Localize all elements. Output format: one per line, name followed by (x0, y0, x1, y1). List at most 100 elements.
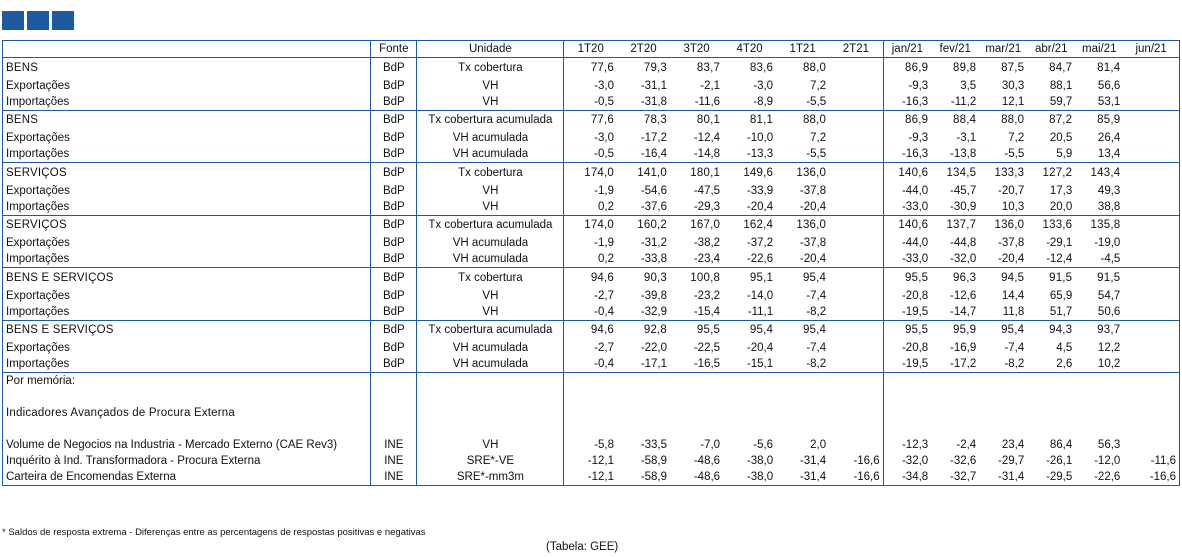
quarter-value: -33,8 (640, 253, 668, 265)
month-value: 127,2 (1027, 162, 1076, 183)
month-value (883, 405, 931, 421)
quarter-value: -3,0 (753, 79, 774, 92)
table-row: Importações BdP VH 0,2 -37,6 -29,3 -20,4 -20,4 -… (1, 198, 1181, 215)
month-value: 95,5 (883, 267, 932, 288)
table-row: Exportações BdP VH acumulada -2,7 -22,0 -22,5… (1, 340, 1181, 356)
gee-logo (2, 11, 74, 30)
quarter-value: -8,2 (806, 358, 827, 370)
month-value (1123, 389, 1181, 405)
row-label: Exportações (1, 130, 372, 146)
row-unidade: VH (416, 287, 565, 304)
quarter-value (617, 405, 670, 421)
month-value: 95,9 (931, 319, 980, 340)
quarter-value (723, 405, 776, 421)
quarter-value (617, 372, 671, 389)
quarter-value: -0,4 (594, 305, 614, 318)
quarter-value: 2,0 (810, 439, 827, 451)
month-value (1075, 389, 1123, 405)
row-fonte (370, 389, 418, 405)
quarter-value (776, 421, 829, 437)
month-value: 86,4 (1049, 439, 1073, 451)
quarter-value: -23,4 (693, 253, 721, 265)
month-value: 85,9 (1075, 109, 1124, 130)
quarter-value (670, 405, 723, 421)
month-value: -34,8 (883, 469, 932, 486)
row-unidade: VH (416, 303, 565, 320)
month-value (1123, 356, 1181, 373)
quarter-value: 162,4 (723, 214, 777, 235)
quarter-value: -0,5 (594, 95, 614, 108)
quarter-value: 141,0 (617, 162, 671, 183)
quarter-value: -8,9 (753, 95, 774, 108)
table-row: Importações BdP VH -0,4 -32,9 -15,4 -11,1 -8,2 -… (1, 303, 1181, 320)
row-fonte (370, 372, 418, 389)
month-value (1123, 146, 1181, 163)
quarter-value (829, 251, 884, 268)
quarter-value: 77,6 (563, 109, 617, 130)
quarter-value: 0,2 (598, 253, 614, 265)
month-value: 56,3 (1097, 439, 1121, 451)
month-value: -9,3 (908, 79, 929, 92)
month-value: 59,7 (1049, 95, 1073, 108)
month-value: 133,3 (979, 162, 1028, 183)
month-value: 86,9 (883, 57, 932, 78)
row-unidade (416, 405, 565, 421)
quarter-value (776, 372, 830, 389)
quarter-value (723, 421, 776, 437)
footnote: * Saldos de resposta extrema - Diferença… (2, 527, 426, 538)
row-fonte: BdP (370, 303, 418, 320)
month-value: 143,4 (1075, 162, 1124, 183)
quarter-value: 88,0 (776, 109, 830, 130)
month-value: -17,2 (950, 358, 977, 370)
month-value: -26,1 (1046, 455, 1073, 467)
month-value: 140,6 (883, 214, 932, 235)
table-row (1, 421, 1181, 437)
month-value: 23,4 (1001, 439, 1025, 451)
month-value: 14,4 (1001, 289, 1025, 302)
quarter-value: -38,0 (723, 469, 777, 486)
row-unidade: VH acumulada (416, 130, 565, 146)
header-row: Fonte Unidade 1T20 2T20 3T20 4T20 1T21 2… (1, 40, 1181, 58)
section-label: SERVIÇOS (1, 214, 372, 235)
quarter-value: -7,0 (700, 439, 721, 451)
quarter-value: -29,3 (693, 200, 721, 213)
table-row: Por memória: (1, 372, 1181, 389)
quarter-value: -5,8 (594, 439, 614, 451)
row-unidade: SRE*-VE (416, 453, 565, 469)
row-label: Exportações (1, 235, 372, 251)
row-label: Volume de Negocios na Industria - Mercad… (1, 437, 372, 453)
table-row (1, 389, 1181, 405)
month-value: 136,0 (979, 214, 1028, 235)
row-label: Importações (1, 146, 372, 163)
month-value: 88,0 (979, 109, 1028, 130)
header-quarter: 1T20 (563, 40, 617, 58)
month-value: -9,3 (908, 132, 929, 144)
quarter-value (829, 214, 884, 235)
quarter-value: -10,0 (746, 132, 774, 144)
quarter-value: -14,8 (693, 148, 721, 160)
table-row: Carteira de Encomendas Externa INE SRE*-mm… (1, 469, 1181, 486)
row-fonte: BdP (370, 162, 418, 183)
quarter-value: -0,4 (594, 358, 614, 370)
month-value: 91,5 (1027, 267, 1076, 288)
quarter-value: -5,6 (753, 439, 774, 451)
month-value: -3,1 (956, 132, 977, 144)
month-value (931, 421, 979, 437)
table-row: Exportações BdP VH -1,9 -54,6 -47,5 -33,9 -37,8… (1, 182, 1181, 199)
month-value: 87,2 (1027, 109, 1076, 130)
quarter-value (723, 389, 776, 405)
month-value: -5,5 (1004, 148, 1025, 160)
month-value: -19,5 (901, 305, 929, 318)
month-value: -7,4 (1004, 342, 1025, 354)
section-label: BENS (1, 57, 372, 78)
row-label: Exportações (1, 182, 372, 199)
row-fonte: BdP (370, 287, 418, 304)
month-value: -29,7 (998, 455, 1025, 467)
row-unidade: Tx cobertura (416, 162, 565, 183)
quarter-value: -5,5 (806, 95, 827, 108)
month-value: -33,0 (901, 200, 929, 213)
quarter-value (617, 421, 670, 437)
quarter-value: -12,1 (587, 455, 614, 467)
month-value: 135,8 (1075, 214, 1124, 235)
quarter-value: -37,8 (799, 237, 827, 249)
